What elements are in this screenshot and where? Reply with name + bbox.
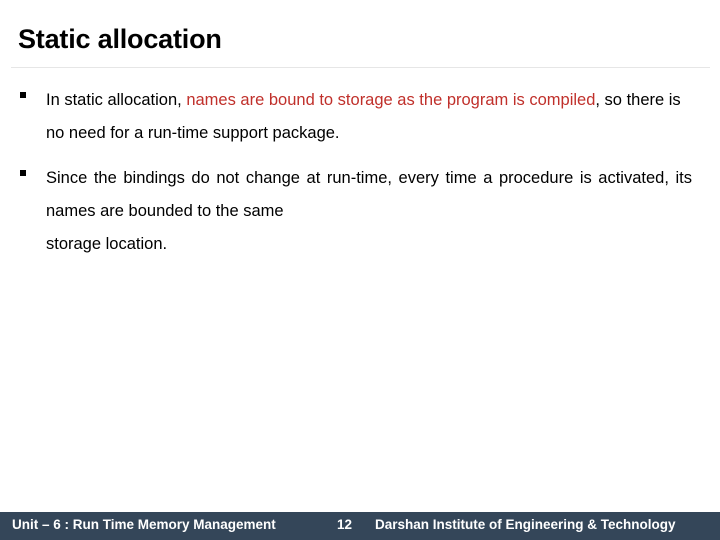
bullet-1-segment-2-highlight: names are bound to storage as the progra… xyxy=(186,91,596,109)
bullet-text-1: In static allocation, names are bound to… xyxy=(46,84,692,150)
list-item: Since the bindings do not change at run-… xyxy=(0,162,720,261)
bullet-2-segment-1: Since the bindings do not change at run-… xyxy=(46,169,692,220)
footer-organization: Darshan Institute of Engineering & Techn… xyxy=(375,517,676,532)
slide-canvas: Static allocation In static allocation, … xyxy=(0,0,720,540)
bullet-1-segment-1: In static allocation, xyxy=(46,91,187,109)
bullet-text-2: Since the bindings do not change at run-… xyxy=(46,162,692,261)
footer-unit-label: Unit – 6 : Run Time Memory Management xyxy=(12,517,276,532)
page-title: Static allocation xyxy=(18,24,222,54)
title-divider xyxy=(11,67,710,68)
footer-page-number: 12 xyxy=(337,517,353,532)
bullet-2-segment-2: storage location. xyxy=(46,235,168,253)
list-item: In static allocation, names are bound to… xyxy=(0,84,720,150)
square-bullet-icon xyxy=(20,92,26,98)
slide-body: In static allocation, names are bound to… xyxy=(0,84,720,273)
square-bullet-icon xyxy=(20,170,26,176)
slide-footer: Unit – 6 : Run Time Memory Management 12… xyxy=(0,512,720,540)
